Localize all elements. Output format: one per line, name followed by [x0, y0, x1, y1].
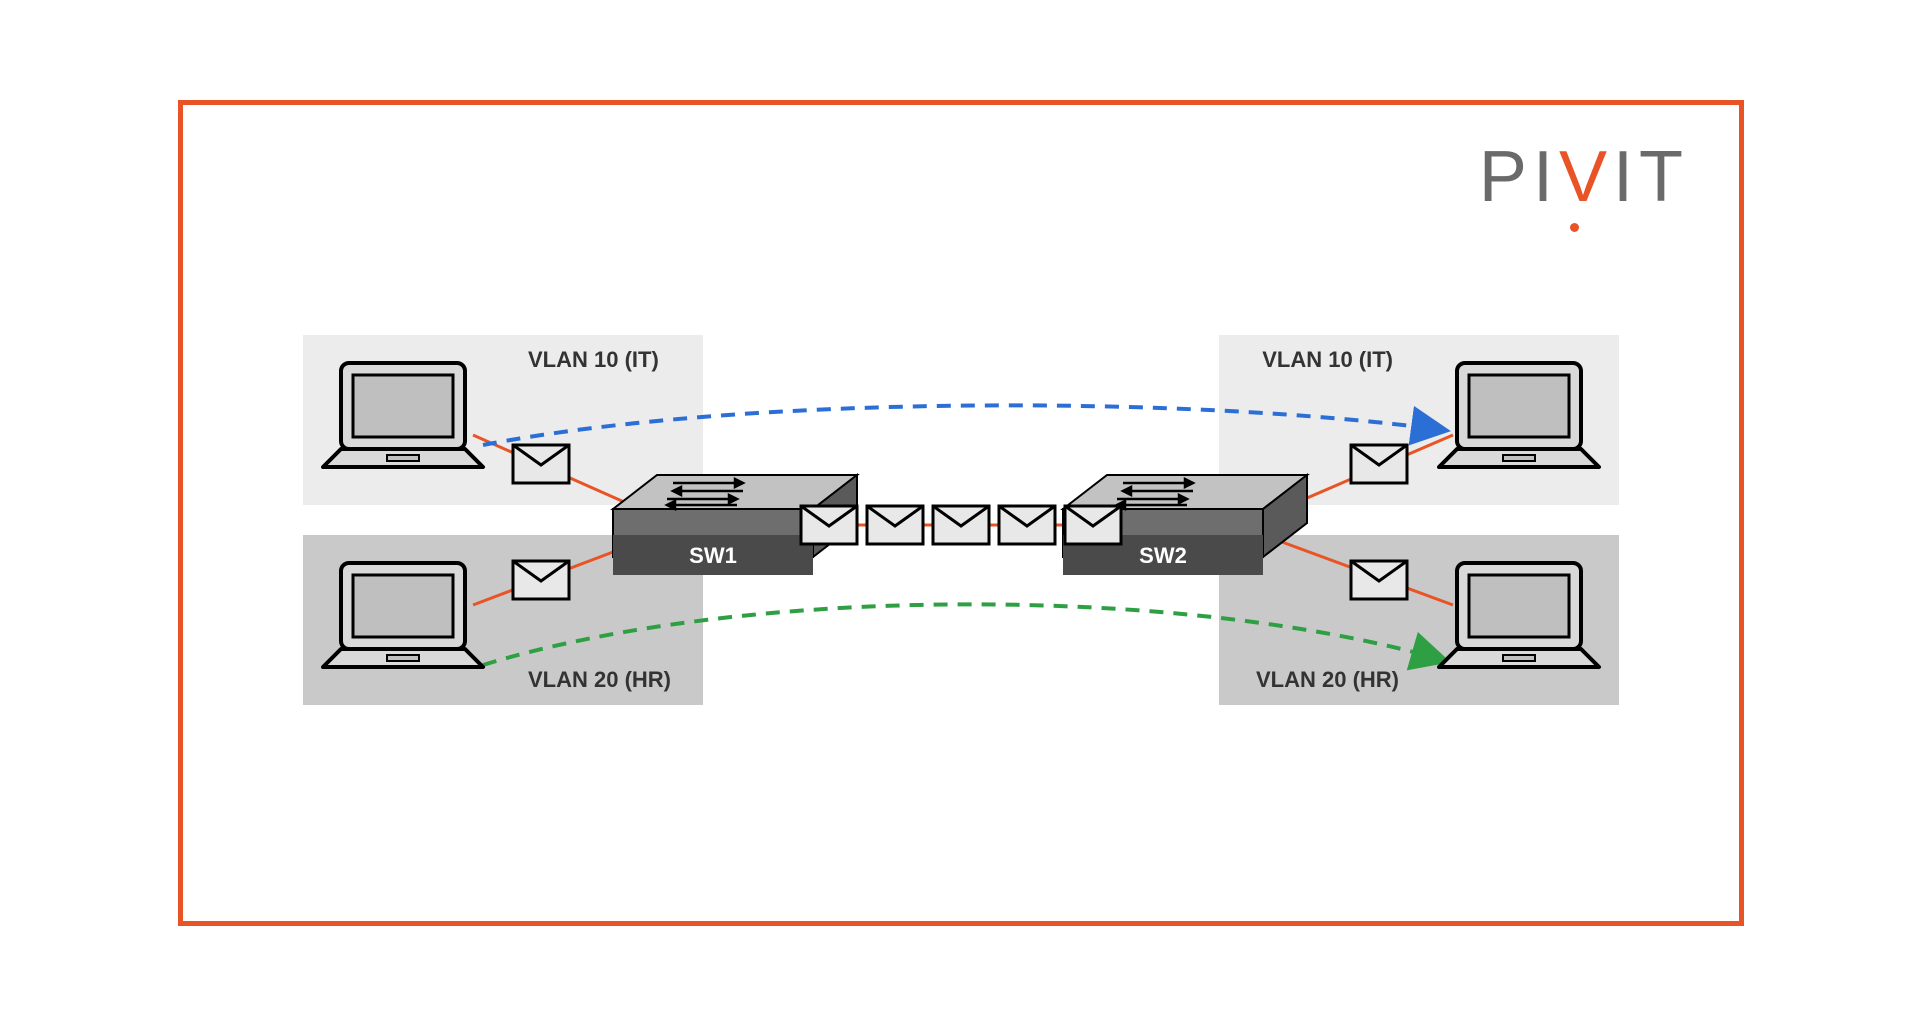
envelope-icon: [1351, 561, 1407, 599]
vlan20-left-label: VLAN 20 (HR): [528, 667, 671, 692]
envelope-icon: [1351, 445, 1407, 483]
laptop-icon: [323, 363, 483, 467]
vlan20-right-label: VLAN 20 (HR): [1256, 667, 1399, 692]
laptop-icon: [1439, 563, 1599, 667]
envelope-icon: [801, 506, 857, 544]
diagram-frame: PIVIT: [178, 100, 1744, 926]
vlan10-left-label: VLAN 10 (IT): [528, 347, 659, 372]
envelope-icon: [933, 506, 989, 544]
vlan10-right-label: VLAN 10 (IT): [1262, 347, 1393, 372]
laptop-icon: [323, 563, 483, 667]
network-diagram: SW1 SW2 VLAN 10 (IT) VLAN 20 (HR) VLAN 1…: [183, 105, 1739, 921]
switch-label: SW2: [1139, 543, 1187, 568]
envelope-icon: [999, 506, 1055, 544]
envelope-icon: [513, 445, 569, 483]
envelope-icon: [1065, 506, 1121, 544]
envelope-icon: [513, 561, 569, 599]
laptop-icon: [1439, 363, 1599, 467]
envelope-icon: [867, 506, 923, 544]
switch-label: SW1: [689, 543, 737, 568]
